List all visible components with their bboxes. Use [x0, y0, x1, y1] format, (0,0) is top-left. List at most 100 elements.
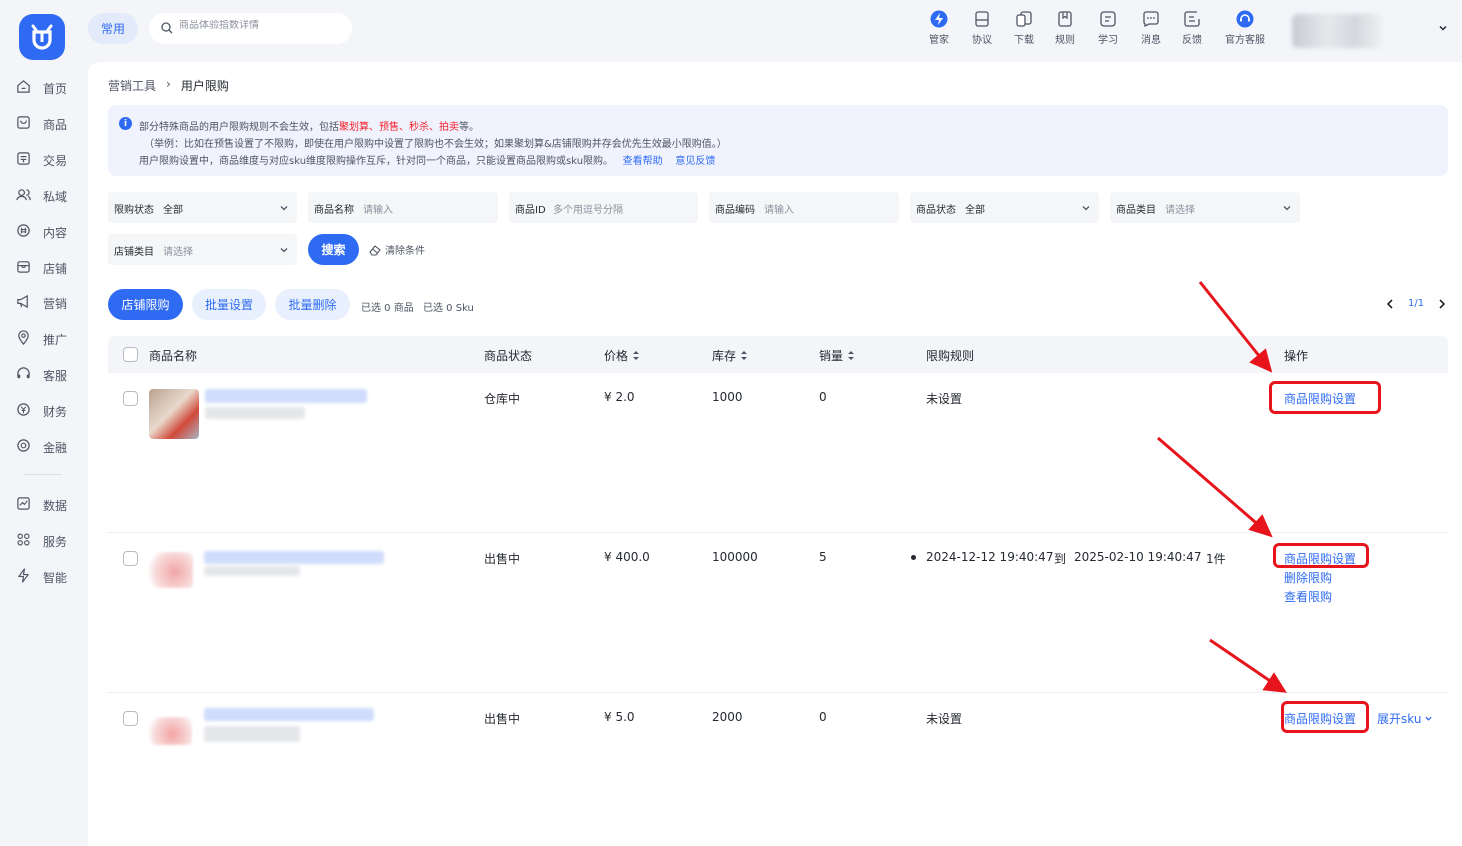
- tool-message[interactable]: 消息: [1141, 10, 1161, 50]
- select-all-checkbox[interactable]: [123, 347, 138, 362]
- filter-label: 商品类目: [1116, 205, 1156, 216]
- tool-label: 消息: [1141, 35, 1161, 46]
- product-title-blurred[interactable]: [204, 708, 374, 721]
- product-icon: [17, 116, 30, 129]
- sidebar-item-marketing[interactable]: 营销: [0, 290, 88, 314]
- row-divider: [108, 692, 1448, 693]
- product-name-field[interactable]: 商品名称 请输入: [308, 192, 498, 223]
- filter-label: 商品状态: [916, 205, 956, 216]
- product-id-field[interactable]: 商品ID 多个用逗号分隔: [509, 192, 698, 223]
- column-header: 限购规则: [926, 349, 975, 363]
- sidebar-item-label: 店铺: [43, 262, 68, 276]
- notice-text: 等。: [459, 122, 479, 133]
- page-indicator: 1/1: [1408, 298, 1425, 309]
- chevron-down-icon: [280, 206, 288, 211]
- chevron-down-icon: [1283, 206, 1291, 211]
- bolt-icon: [18, 568, 29, 583]
- sidebar: 首页 商品 交易 私域 内容 店铺 营销 推广 客服 财务 金融 数据 服务 智…: [0, 0, 88, 846]
- sidebar-item-product[interactable]: 商品: [0, 111, 88, 135]
- sidebar-item-store[interactable]: 店铺: [0, 255, 88, 279]
- row-checkbox[interactable]: [123, 391, 138, 406]
- limit-status-select[interactable]: 限购状态 全部: [108, 192, 297, 223]
- sidebar-item-services[interactable]: 服务: [0, 528, 88, 552]
- store-category-select[interactable]: 店铺类目 请选择: [108, 234, 297, 265]
- sidebar-item-label: 财务: [43, 405, 68, 419]
- breadcrumb-parent[interactable]: 营销工具: [108, 77, 156, 94]
- tool-rules[interactable]: 规则: [1055, 10, 1075, 50]
- column-header-label: 价格: [604, 349, 629, 363]
- feedback-icon: [1184, 11, 1200, 27]
- sidebar-item-loan[interactable]: 金融: [0, 434, 88, 458]
- tool-learn[interactable]: 学习: [1098, 10, 1118, 50]
- product-thumbnail[interactable]: [148, 717, 192, 745]
- product-title-blurred[interactable]: [204, 551, 384, 564]
- notice-line-2: （举例：比如在预售设置了不限购，即使在用户限购中设置了限购也不会生效；如果聚划算…: [144, 139, 727, 150]
- table-header: 商品名称 商品状态 价格 库存 销量 限购规则 操作: [108, 336, 1448, 373]
- filter-label: 限购状态: [114, 205, 154, 216]
- tool-label: 管家: [929, 35, 949, 46]
- product-code-field[interactable]: 商品编码 请输入: [709, 192, 899, 223]
- sidebar-item-label: 内容: [43, 226, 68, 240]
- column-header: 操作: [1284, 349, 1309, 363]
- row-checkbox[interactable]: [123, 711, 138, 726]
- chevron-down-icon[interactable]: [1438, 23, 1448, 33]
- sidebar-item-promote[interactable]: 推广: [0, 326, 88, 350]
- feedback-link[interactable]: 意见反馈: [675, 156, 715, 167]
- sidebar-item-trade[interactable]: 交易: [0, 147, 88, 171]
- batch-delete-button[interactable]: 批量删除: [275, 289, 350, 320]
- chevron-left-icon[interactable]: [1386, 298, 1394, 309]
- sidebar-item-data[interactable]: 数据: [0, 492, 88, 516]
- chevron-right-icon[interactable]: [1438, 298, 1446, 309]
- batch-set-button[interactable]: 批量设置: [192, 289, 266, 320]
- notice-highlight: 聚划算、预售、秒杀、拍卖: [339, 122, 459, 133]
- product-sales: 5: [819, 550, 827, 564]
- sidebar-item-label: 私域: [43, 190, 68, 204]
- search-button[interactable]: 搜索: [308, 234, 359, 265]
- sidebar-item-home[interactable]: 首页: [0, 75, 88, 99]
- view-limit-link[interactable]: 查看限购: [1284, 588, 1332, 605]
- sidebar-item-label: 数据: [43, 499, 68, 513]
- product-status-select[interactable]: 商品状态 全部: [910, 192, 1099, 223]
- delete-limit-link[interactable]: 删除限购: [1284, 569, 1332, 586]
- common-tab[interactable]: 常用: [88, 13, 138, 44]
- tool-butler[interactable]: 管家: [929, 10, 949, 50]
- tool-support[interactable]: 官方客服: [1225, 10, 1265, 50]
- location-icon: [18, 330, 29, 345]
- tool-agreement[interactable]: 协议: [972, 10, 992, 50]
- sidebar-divider: [24, 474, 62, 475]
- search-input[interactable]: [179, 20, 339, 31]
- notice-line-1: 部分特殊商品的用户限购规则不会生效，包括聚划算、预售、秒杀、拍卖等。: [139, 118, 479, 133]
- column-header-sortable[interactable]: 销量: [819, 347, 855, 364]
- filter-label: 店铺类目: [114, 247, 154, 258]
- app-logo[interactable]: [19, 14, 65, 60]
- filter-value: 全部: [965, 205, 985, 216]
- sidebar-item-private[interactable]: 私域: [0, 183, 88, 207]
- sidebar-item-finance[interactable]: 财务: [0, 398, 88, 422]
- product-title-blurred[interactable]: [205, 389, 367, 403]
- expand-sku-link[interactable]: 展开sku: [1377, 710, 1433, 727]
- column-header-sortable[interactable]: 库存: [712, 347, 748, 364]
- notice-text: 部分特殊商品的用户限购规则不会生效，包括: [139, 122, 339, 133]
- tool-download[interactable]: 下载: [1014, 10, 1034, 50]
- product-thumbnail[interactable]: [149, 389, 199, 439]
- sort-icon: [633, 351, 640, 360]
- help-link[interactable]: 查看帮助: [623, 156, 663, 167]
- butler-icon: [930, 10, 948, 28]
- annotation-highlight-box: [1269, 381, 1381, 414]
- product-price: ¥ 2.0: [604, 390, 635, 404]
- breadcrumb: 营销工具 › 用户限购: [108, 77, 229, 94]
- user-account-blurred[interactable]: [1292, 14, 1382, 48]
- store-limit-button[interactable]: 店铺限购: [108, 289, 183, 320]
- product-thumbnail[interactable]: [147, 552, 193, 588]
- sidebar-item-label: 客服: [43, 369, 68, 383]
- column-header-sortable[interactable]: 价格: [604, 347, 640, 364]
- row-checkbox[interactable]: [123, 551, 138, 566]
- sidebar-item-label: 金融: [43, 441, 68, 455]
- sidebar-item-content[interactable]: 内容: [0, 219, 88, 243]
- sidebar-item-smart[interactable]: 智能: [0, 564, 88, 588]
- global-search[interactable]: [149, 13, 352, 44]
- product-category-select[interactable]: 商品类目 请选择: [1110, 192, 1300, 223]
- clear-filters-button[interactable]: 清除条件: [369, 242, 425, 257]
- sidebar-item-service[interactable]: 客服: [0, 362, 88, 386]
- tool-feedback[interactable]: 反馈: [1182, 10, 1202, 50]
